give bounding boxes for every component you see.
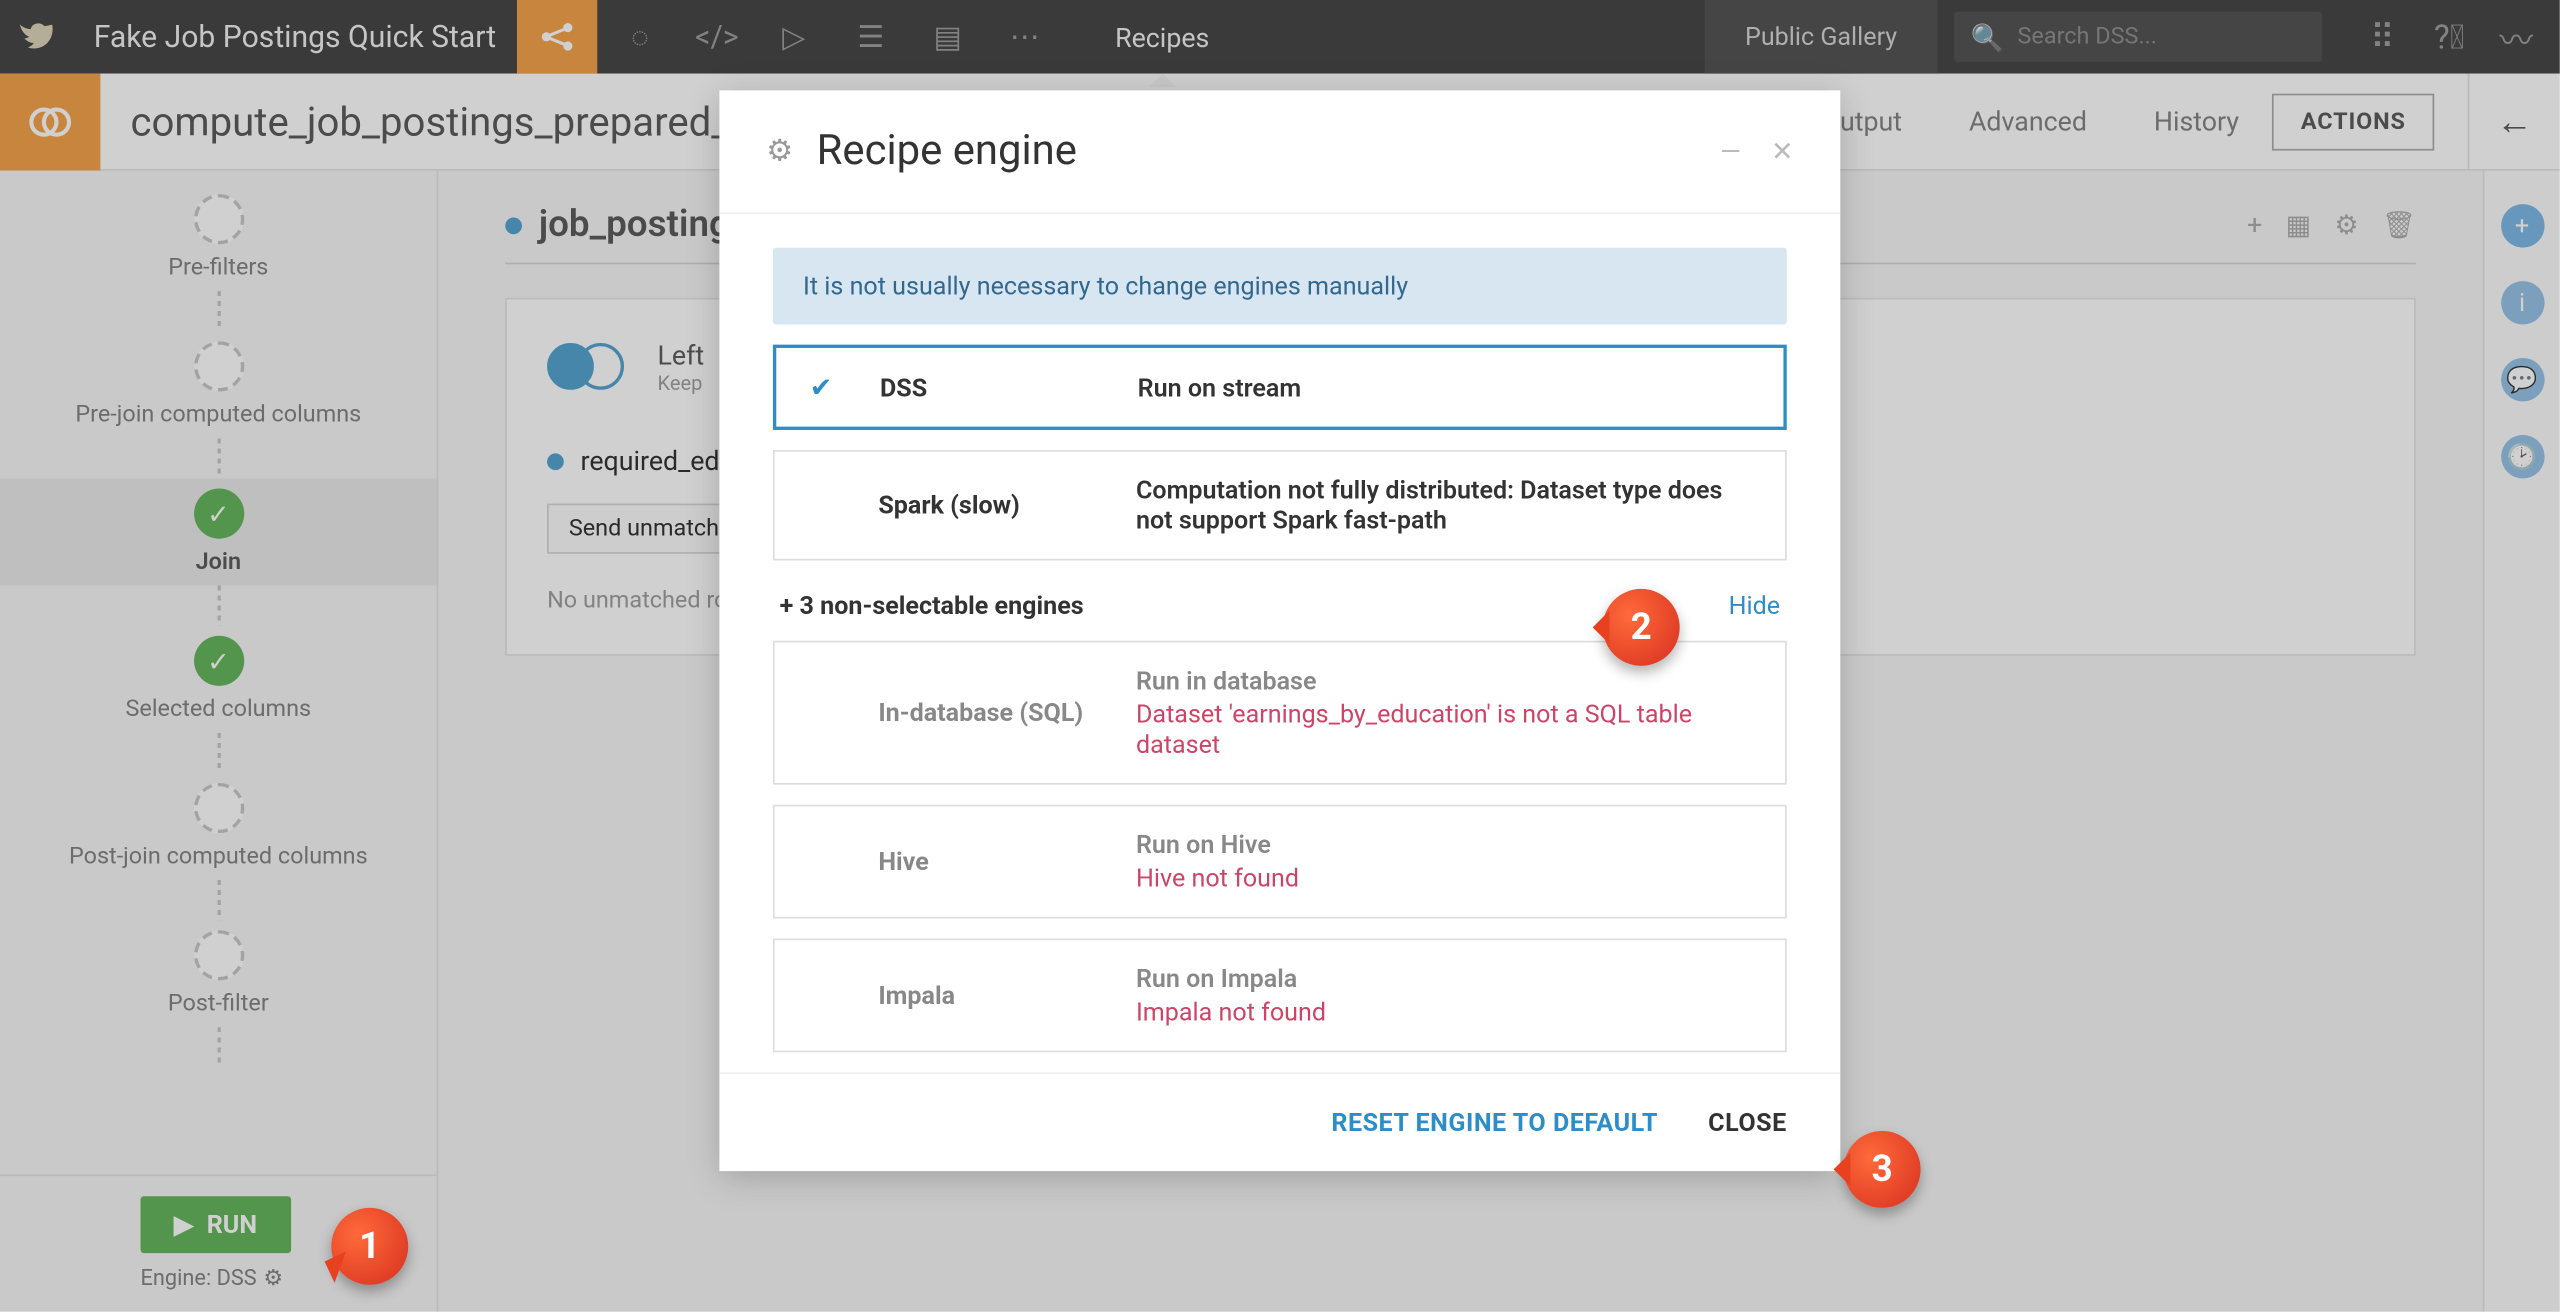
engine-option-spark[interactable]: Spark (slow) Computation not fully distr… [773, 450, 1787, 560]
gear-icon: ⚙ [766, 134, 793, 169]
callout-1: 1 [331, 1208, 408, 1285]
engine-option-hive: Hive Run on HiveHive not found [773, 805, 1787, 919]
modal-title: Recipe engine [817, 127, 1077, 176]
reset-engine-button[interactable]: RESET ENGINE TO DEFAULT [1331, 1108, 1658, 1138]
info-banner: It is not usually necessary to change en… [773, 248, 1787, 325]
non-selectable-label: + 3 non-selectable engines [780, 591, 1084, 621]
close-button[interactable]: CLOSE [1708, 1108, 1787, 1138]
engine-option-dss[interactable]: ✔ DSS Run on stream [773, 345, 1787, 430]
minimize-icon[interactable]: — [1720, 136, 1741, 168]
check-icon: ✔ [810, 371, 840, 403]
engine-option-impala: Impala Run on ImpalaImpala not found [773, 939, 1787, 1053]
callout-2: 2 [1603, 589, 1680, 666]
hide-link[interactable]: Hide [1729, 591, 1780, 621]
close-icon[interactable]: ✕ [1771, 136, 1793, 168]
callout-3: 3 [1844, 1131, 1921, 1208]
